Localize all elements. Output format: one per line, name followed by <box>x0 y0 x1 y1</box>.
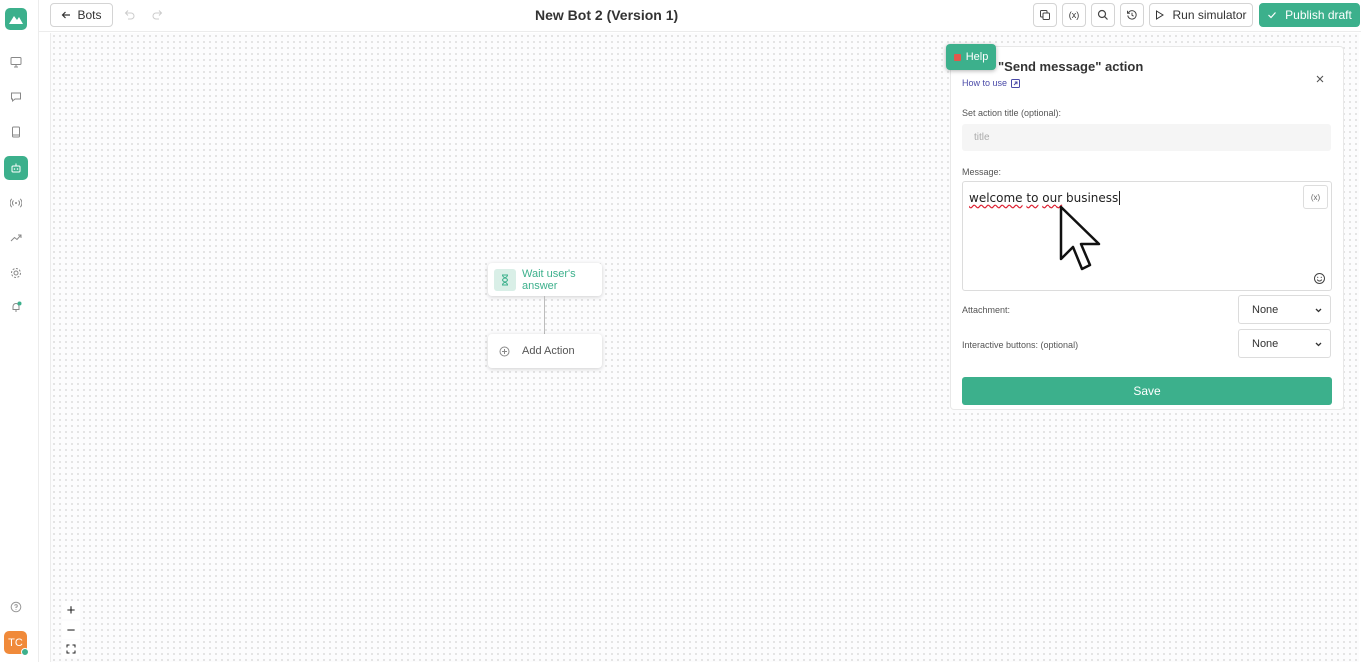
search-button[interactable] <box>1091 3 1115 27</box>
undo-icon[interactable] <box>122 8 136 22</box>
page-title: New Bot 2 (Version 1) <box>535 7 679 23</box>
save-button[interactable]: Save <box>962 377 1332 405</box>
message-text: welcome to our business <box>969 191 1121 205</box>
insert-variable-button[interactable]: (x) <box>1303 185 1328 209</box>
interactive-buttons-select[interactable]: None <box>1238 329 1331 358</box>
help-button[interactable]: Help <box>946 44 996 70</box>
broadcast-icon[interactable] <box>8 195 24 211</box>
help-circle-icon[interactable] <box>8 599 24 615</box>
hourglass-icon <box>494 269 516 291</box>
help-flag-icon <box>953 53 961 61</box>
close-panel-icon[interactable] <box>1313 72 1327 86</box>
interactive-buttons-label: Interactive buttons: (optional) <box>962 340 1079 350</box>
logo-mountain-icon <box>9 16 23 24</box>
external-link-icon <box>1011 78 1021 88</box>
publish-draft-label: Publish draft <box>1285 8 1352 22</box>
emoji-icon[interactable] <box>1313 272 1326 285</box>
copy-icon <box>1040 10 1050 20</box>
play-icon <box>1156 10 1165 20</box>
check-icon <box>1268 12 1277 19</box>
add-action-node[interactable]: Add Action <box>488 334 602 368</box>
online-status-dot <box>21 648 29 656</box>
publish-draft-button[interactable]: Publish draft <box>1259 3 1360 27</box>
attachment-select[interactable]: None <box>1238 295 1331 324</box>
book-icon[interactable] <box>8 124 24 140</box>
plus-circle-icon <box>499 346 510 357</box>
wait-node-label: Wait user's answer <box>522 268 576 292</box>
action-title-input[interactable]: title <box>962 124 1331 151</box>
bell-icon[interactable] <box>8 299 24 315</box>
zoom-out-button[interactable]: − <box>62 621 80 639</box>
variables-button[interactable]: (x) <box>1062 3 1086 27</box>
sidebar: TC <box>0 0 39 662</box>
redo-icon[interactable] <box>151 8 165 22</box>
history-button[interactable] <box>1120 3 1144 27</box>
add-action-label: Add Action <box>522 345 575 357</box>
trend-icon[interactable] <box>8 230 24 246</box>
message-textarea[interactable]: welcome to our business (x) <box>962 181 1332 291</box>
logo[interactable] <box>5 8 27 30</box>
connector-line <box>544 296 545 334</box>
wait-user-answer-node[interactable]: Wait user's answer <box>488 263 602 296</box>
avatar[interactable]: TC <box>4 631 29 656</box>
variable-icon: (x) <box>1068 10 1080 20</box>
copy-button[interactable] <box>1033 3 1057 27</box>
chevron-down-icon <box>1315 308 1322 313</box>
chevron-down-icon <box>1315 342 1322 347</box>
help-label: Help <box>965 51 989 63</box>
panel-title: "Send message" action <box>998 59 1144 74</box>
run-simulator-label: Run simulator <box>1172 8 1247 22</box>
attachment-value: None <box>1252 303 1279 316</box>
message-label: Message: <box>962 167 1002 177</box>
search-icon <box>1097 9 1108 20</box>
action-title-label: Set action title (optional): <box>962 108 1062 118</box>
attachment-label: Attachment: <box>962 305 1011 315</box>
back-label: Bots <box>77 8 102 22</box>
arrow-left-icon <box>62 11 71 19</box>
run-simulator-button[interactable]: Run simulator <box>1149 3 1253 27</box>
mouse-pointer-icon <box>1059 205 1101 271</box>
fit-view-button[interactable] <box>62 640 80 658</box>
zoom-in-button[interactable]: + <box>62 601 80 619</box>
chat-icon[interactable] <box>8 89 24 105</box>
fit-view-icon <box>66 644 76 654</box>
interactive-buttons-value: None <box>1252 337 1279 350</box>
gear-icon[interactable] <box>8 265 24 281</box>
history-icon <box>1127 10 1137 20</box>
avatar-initials: TC <box>8 636 23 649</box>
monitor-icon[interactable] <box>8 54 24 70</box>
back-to-bots-button[interactable]: Bots <box>50 3 113 27</box>
how-to-use-label: How to use <box>962 78 1008 88</box>
bot-icon[interactable] <box>4 156 28 180</box>
how-to-use-link[interactable]: How to use <box>962 78 1021 88</box>
